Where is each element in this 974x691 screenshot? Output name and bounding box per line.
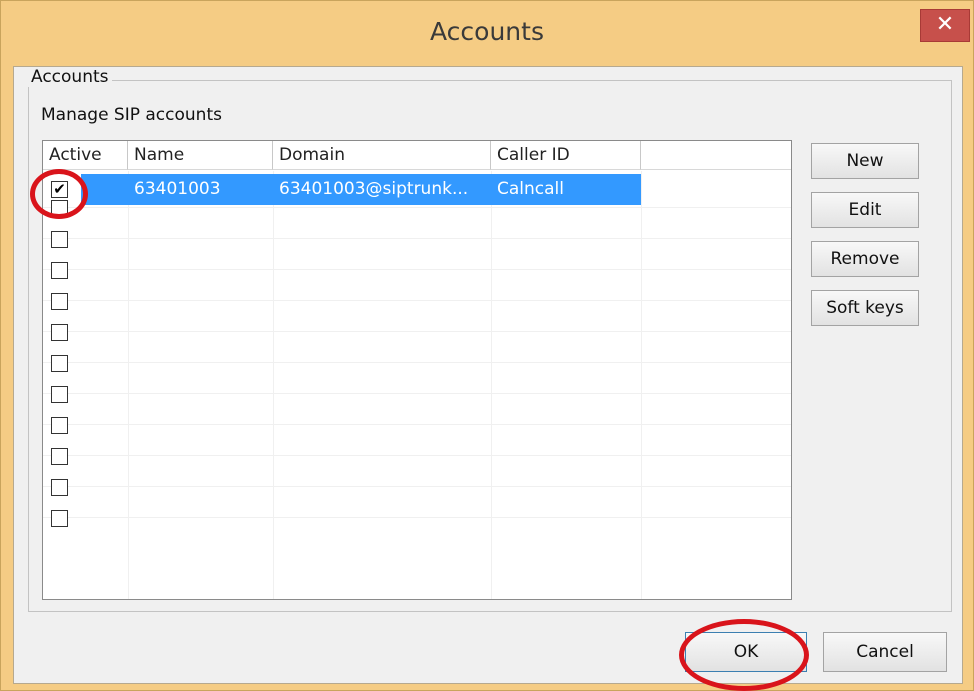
column-header-filler <box>641 141 791 170</box>
grid-line <box>273 171 274 599</box>
active-checkbox[interactable]: ✔ <box>51 181 68 198</box>
account-name: 63401003 <box>134 179 221 199</box>
grid-line <box>128 171 129 599</box>
account-caller-id: Calncall <box>497 179 564 199</box>
active-checkbox[interactable] <box>51 510 68 527</box>
close-button[interactable]: ✕ <box>920 9 970 42</box>
title-bar[interactable]: Accounts ✕ <box>1 1 973 67</box>
list-header: Active Name Domain Caller ID <box>43 141 791 171</box>
close-icon: ✕ <box>935 12 955 37</box>
account-domain: 63401003@siptrunk... <box>279 179 469 199</box>
active-checkbox[interactable] <box>51 417 68 434</box>
grid-line <box>43 517 791 518</box>
active-checkbox[interactable] <box>51 479 68 496</box>
grid-line <box>43 269 791 270</box>
column-header-caller-id[interactable]: Caller ID <box>491 141 641 170</box>
accounts-dialog: Accounts ✕ Accounts Manage SIP accounts … <box>0 0 974 691</box>
dialog-body: Accounts Manage SIP accounts Active Name… <box>13 66 963 684</box>
groupbox-legend: Accounts <box>28 67 112 87</box>
grid-line <box>43 207 791 208</box>
grid-line <box>43 424 791 425</box>
grid-line <box>43 331 791 332</box>
grid-line <box>491 171 492 599</box>
active-checkbox[interactable] <box>51 448 68 465</box>
remove-button[interactable]: Remove <box>811 241 919 277</box>
cancel-button[interactable]: Cancel <box>823 632 947 672</box>
active-checkbox[interactable] <box>51 231 68 248</box>
ok-button[interactable]: OK <box>685 632 807 672</box>
soft-keys-button[interactable]: Soft keys <box>811 290 919 326</box>
active-checkbox[interactable] <box>51 200 68 217</box>
edit-button[interactable]: Edit <box>811 192 919 228</box>
new-button[interactable]: New <box>811 143 919 179</box>
grid-line <box>43 300 791 301</box>
table-row[interactable]: ✔ 63401003 63401003@siptrunk... Calncall <box>43 174 791 205</box>
accounts-list[interactable]: Active Name Domain Caller ID ✔ 63401003 … <box>42 140 792 600</box>
active-checkbox[interactable] <box>51 293 68 310</box>
manage-description: Manage SIP accounts <box>41 105 222 125</box>
grid-line <box>43 486 791 487</box>
grid-line <box>43 238 791 239</box>
column-header-domain[interactable]: Domain <box>273 141 491 170</box>
active-checkbox[interactable] <box>51 262 68 279</box>
active-checkbox[interactable] <box>51 386 68 403</box>
column-header-name[interactable]: Name <box>128 141 273 170</box>
grid-line <box>43 455 791 456</box>
grid-line <box>641 171 642 599</box>
grid-line <box>43 362 791 363</box>
active-checkbox[interactable] <box>51 355 68 372</box>
grid-line <box>43 393 791 394</box>
column-header-active[interactable]: Active <box>43 141 128 170</box>
window-title: Accounts <box>430 17 544 46</box>
active-checkbox[interactable] <box>51 324 68 341</box>
